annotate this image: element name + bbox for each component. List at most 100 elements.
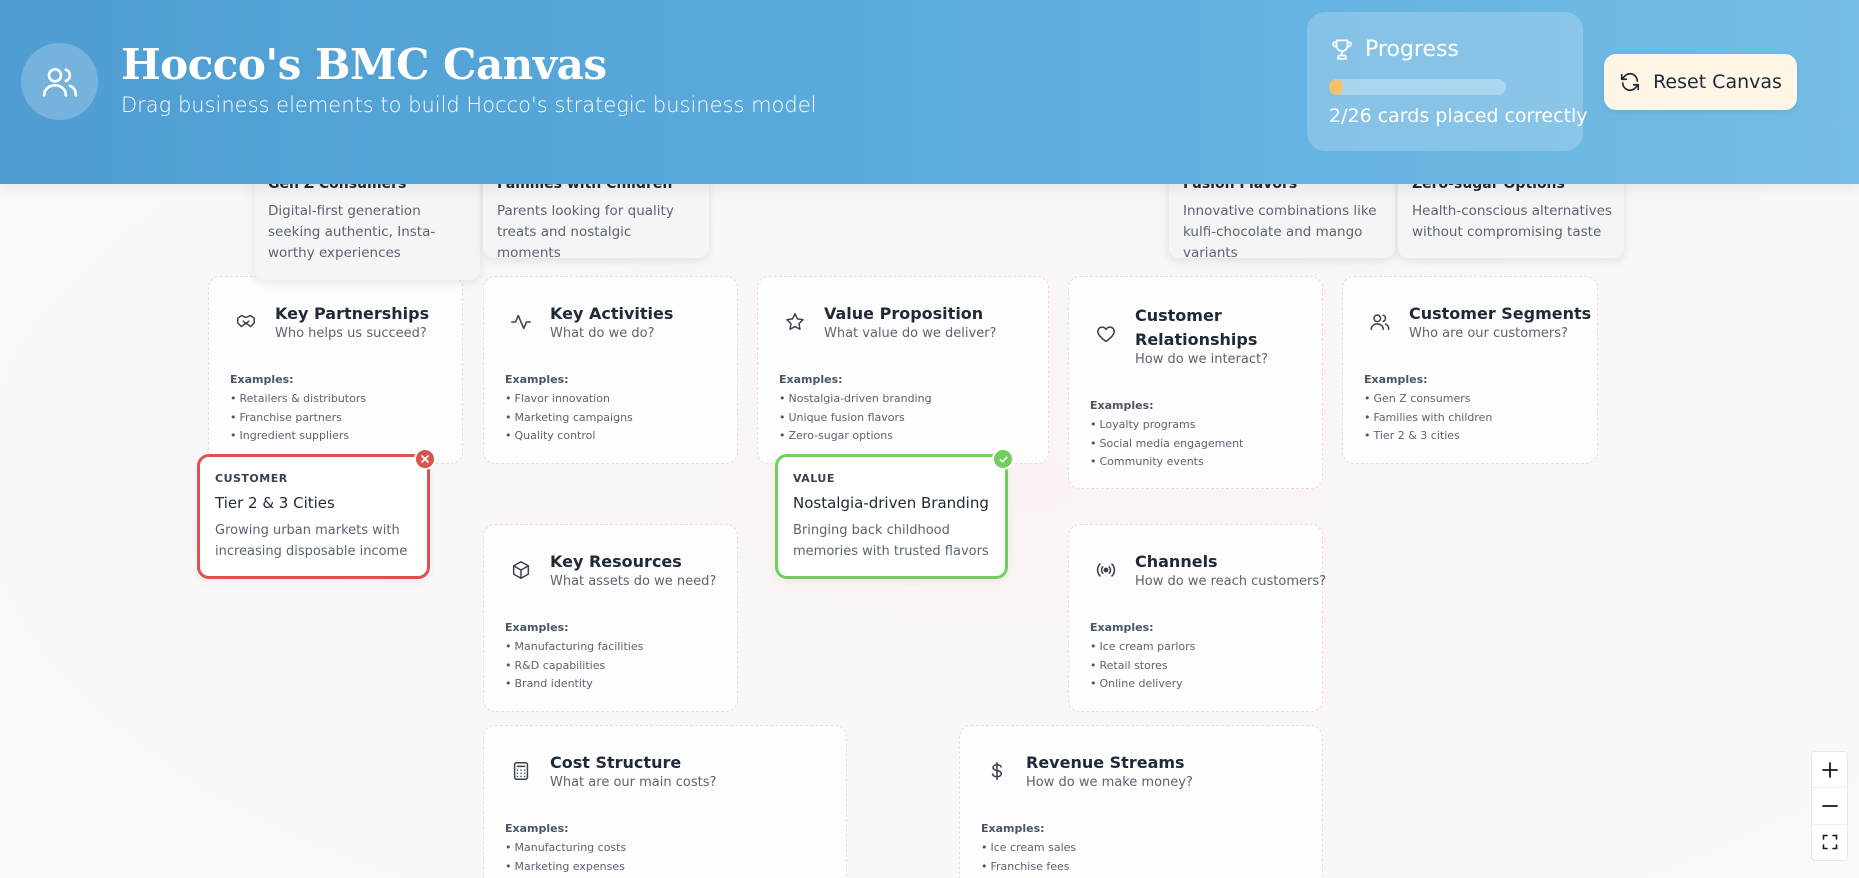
placed-card-category: VALUE <box>793 472 835 485</box>
progress-bar-fill <box>1329 79 1343 95</box>
plus-icon <box>1821 761 1838 778</box>
pool-card-desc: Innovative combinations like kulfi-choco… <box>1183 203 1377 261</box>
block-revenue-streams[interactable]: Revenue Streams How do we make money? Ex… <box>959 725 1323 878</box>
page-title: Hocco's BMC Canvas <box>121 40 607 89</box>
block-key-resources[interactable]: Key Resources What assets do we need? Ex… <box>483 524 738 712</box>
block-subtitle: How do we interact? <box>1135 352 1268 367</box>
block-key-partnerships[interactable]: Key Partnerships Who helps us succeed? E… <box>208 276 463 464</box>
block-subtitle: What assets do we need? <box>550 574 717 589</box>
avatar <box>21 43 98 120</box>
examples: Examples: Nostalgia-driven branding Uniq… <box>779 373 932 446</box>
block-title: Channels <box>1135 552 1218 571</box>
example-item: Zero-sugar options <box>779 427 932 446</box>
minus-icon <box>1821 805 1838 807</box>
zoom-in-button[interactable] <box>1812 752 1847 789</box>
example-item: R&D capabilities <box>505 657 643 676</box>
pool-card-desc: Parents looking for quality treats and n… <box>497 203 674 261</box>
example-item: Ice cream parlors <box>1090 638 1196 657</box>
pool-card-desc: Health-conscious alternatives without co… <box>1412 203 1612 240</box>
page-subtitle: Drag business elements to build Hocco's … <box>121 93 817 117</box>
progress-card: Progress 2/26 cards placed correctly <box>1307 12 1588 151</box>
block-title: Key Resources <box>550 552 682 571</box>
examples: Examples: Flavor innovation Marketing ca… <box>505 373 633 446</box>
fit-view-button[interactable] <box>1812 825 1847 860</box>
block-title: Value Proposition <box>824 304 984 323</box>
dollar-icon <box>991 761 1003 781</box>
examples-label: Examples: <box>505 822 569 835</box>
placed-card-title: Nostalgia-driven Branding <box>793 494 989 512</box>
block-value-proposition[interactable]: Value Proposition What value do we deliv… <box>757 276 1049 464</box>
handshake-icon <box>237 314 255 328</box>
box-icon <box>512 561 530 579</box>
examples-label: Examples: <box>505 373 569 386</box>
block-subtitle: How do we make money? <box>1026 775 1193 790</box>
block-title-line: Customer <box>1135 306 1222 325</box>
examples-label: Examples: <box>505 621 569 634</box>
reset-canvas-button[interactable]: Reset Canvas <box>1604 54 1797 110</box>
example-item: Retailers & distributors <box>230 390 367 409</box>
placed-card-incorrect[interactable]: CUSTOMER Tier 2 & 3 Cities Growing urban… <box>197 448 436 579</box>
examples: Examples: Ice cream sales Franchise fees <box>981 822 1076 876</box>
placed-card-desc: Growing urban markets with increasing di… <box>215 523 408 559</box>
examples: Examples: Retailers & distributors Franc… <box>230 373 366 446</box>
example-item: Unique fusion flavors <box>779 409 932 428</box>
placed-card-desc: Bringing back childhood memories with tr… <box>793 523 989 559</box>
example-item: Nostalgia-driven branding <box>779 390 932 409</box>
zoom-out-button[interactable] <box>1812 788 1847 825</box>
example-item: Franchise partners <box>230 409 366 428</box>
trophy-icon <box>1332 39 1352 60</box>
check-icon <box>998 456 1008 463</box>
block-title: Key Partnerships <box>275 304 430 323</box>
examples: Examples: Ice cream parlors Retail store… <box>1090 621 1195 694</box>
progress-header: Progress <box>1329 36 1459 62</box>
example-item: Retail stores <box>1090 657 1195 676</box>
example-item: Brand identity <box>505 675 643 694</box>
example-item: Tier 2 & 3 cities <box>1364 427 1492 446</box>
examples-label: Examples: <box>1090 621 1154 634</box>
block-subtitle: Who are our customers? <box>1409 326 1568 341</box>
example-item: Manufacturing costs <box>505 839 627 858</box>
progress-bar <box>1329 79 1506 95</box>
block-cost-structure[interactable]: Cost Structure What are our main costs? … <box>483 725 847 878</box>
examples-label: Examples: <box>981 822 1045 835</box>
calculator-icon <box>513 762 529 780</box>
pool-card-desc: Digital-first generation seeking authent… <box>268 203 436 261</box>
reset-canvas-label: Reset Canvas <box>1653 71 1782 93</box>
block-subtitle: How do we reach customers? <box>1135 574 1327 589</box>
broadcast-icon <box>1096 563 1116 577</box>
block-key-activities[interactable]: Key Activities What do we do? Examples: … <box>483 276 738 464</box>
example-item: Families with children <box>1364 409 1493 428</box>
placed-card-category: CUSTOMER <box>215 472 288 485</box>
block-channels[interactable]: Channels How do we reach customers? Exam… <box>1068 524 1327 712</box>
fullscreen-icon <box>1822 835 1837 850</box>
examples-label: Examples: <box>779 373 843 386</box>
refresh-icon <box>1620 73 1640 91</box>
correct-badge <box>992 448 1014 470</box>
users-icon <box>1370 314 1390 331</box>
zoom-controls <box>1811 751 1848 861</box>
block-customer-segments[interactable]: Customer Segments Who are our customers?… <box>1342 276 1598 464</box>
block-title: Revenue Streams <box>1026 753 1185 772</box>
header: Hocco's BMC Canvas Drag business element… <box>0 0 1859 184</box>
activity-icon <box>511 314 531 330</box>
incorrect-badge <box>414 448 436 470</box>
block-title: Customer Segments <box>1409 304 1592 323</box>
example-item: Flavor innovation <box>505 390 633 409</box>
examples: Examples: Loyalty programs Social media … <box>1090 399 1243 472</box>
block-subtitle: What value do we deliver? <box>824 326 997 341</box>
block-customer-relationships[interactable]: Customer Relationships How do we interac… <box>1068 276 1323 489</box>
close-icon <box>421 455 429 463</box>
placed-card-correct[interactable]: VALUE Nostalgia-driven Branding Bringing… <box>775 448 1014 579</box>
block-subtitle: Who helps us succeed? <box>275 326 427 341</box>
star-icon <box>786 313 804 330</box>
example-item: Quality control <box>505 427 633 446</box>
heart-icon <box>1097 326 1115 343</box>
example-item: Gen Z consumers <box>1364 390 1492 409</box>
examples-label: Examples: <box>1090 399 1154 412</box>
block-subtitle: What do we do? <box>550 326 655 341</box>
example-item: Social media engagement <box>1090 435 1244 454</box>
examples-label: Examples: <box>230 373 294 386</box>
example-item: Online delivery <box>1090 675 1195 694</box>
block-title: Key Activities <box>550 304 674 323</box>
examples: Examples: Manufacturing costs Marketing … <box>505 822 626 876</box>
